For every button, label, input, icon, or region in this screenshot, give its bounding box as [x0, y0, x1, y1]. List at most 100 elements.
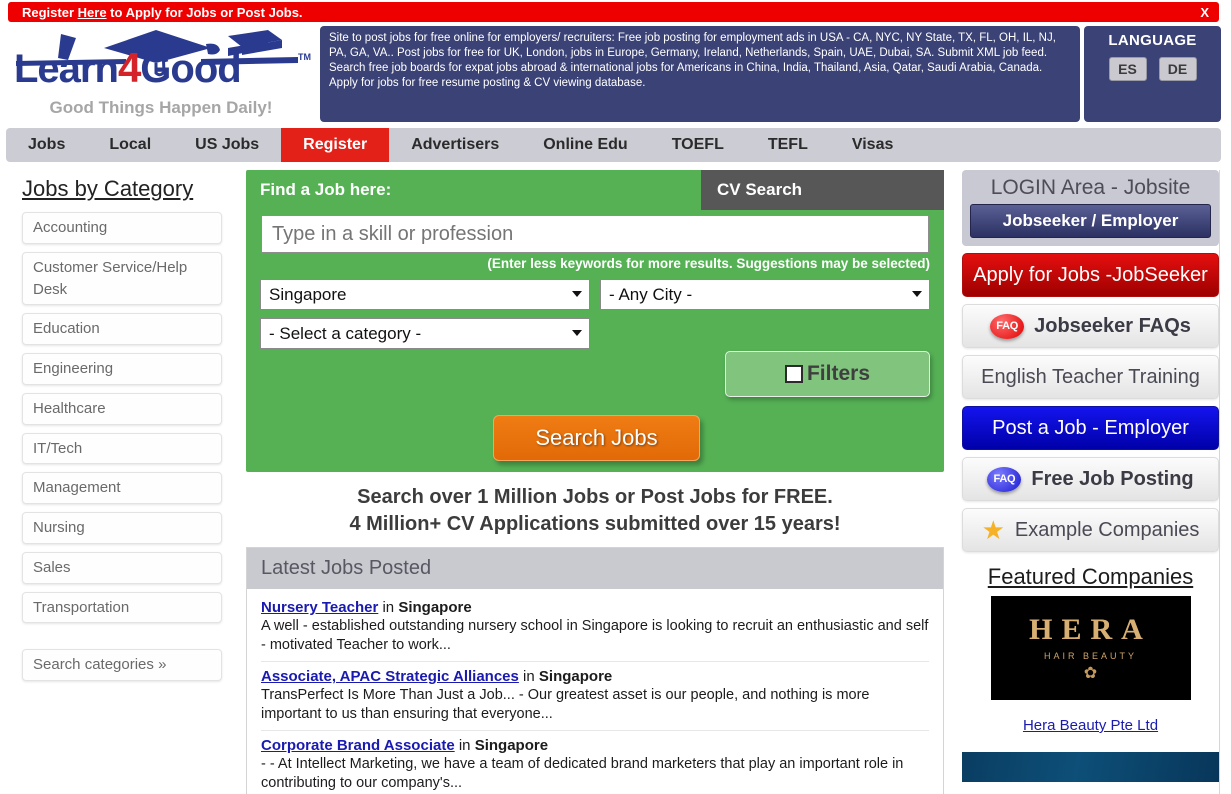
- sidebar-item-accounting[interactable]: Accounting: [22, 212, 222, 244]
- login-area: LOGIN Area - Jobsite Jobseeker / Employe…: [962, 170, 1219, 246]
- right-sidebar: LOGIN Area - Jobsite Jobseeker / Employe…: [950, 170, 1231, 782]
- post-a-job-button[interactable]: Post a Job - Employer: [962, 406, 1219, 450]
- promo-text: Search over 1 Million Jobs or Post Jobs …: [246, 472, 944, 547]
- faq-icon: FAQ: [987, 466, 1022, 492]
- star-icon: ★: [981, 515, 1005, 545]
- notice-here-link[interactable]: Here: [78, 5, 107, 20]
- job-description: TransPerfect Is More Than Just a Job... …: [261, 687, 870, 722]
- nav-item-local[interactable]: Local: [87, 128, 173, 162]
- country-select[interactable]: Singapore: [260, 279, 590, 310]
- faq-icon: FAQ: [990, 313, 1025, 339]
- notice-text-before: Register: [22, 4, 78, 20]
- search-input[interactable]: [261, 215, 929, 253]
- language-selector: LANGUAGE ES DE: [1084, 26, 1221, 122]
- job-location: Singapore: [538, 668, 613, 686]
- featured-companies-title: Featured Companies: [987, 564, 1194, 589]
- nav-item-jobs[interactable]: Jobs: [6, 128, 87, 162]
- main-content: Find a Job here: CV Search (Enter less k…: [246, 170, 944, 794]
- jobseeker-employer-login-button[interactable]: Jobseeker / Employer: [970, 204, 1211, 238]
- company-logo[interactable]: HERA HAIR BEAUTY ✿: [990, 596, 1191, 700]
- sidebar-item-it-tech[interactable]: IT/Tech: [22, 432, 222, 465]
- search-jobs-button[interactable]: Search Jobs: [493, 415, 700, 461]
- category-select[interactable]: - Select a category -: [260, 318, 590, 349]
- logo-trademark: TM: [298, 52, 311, 62]
- language-button-de[interactable]: DE: [1158, 57, 1197, 81]
- example-companies-button[interactable]: ★ Example Companies: [962, 508, 1219, 552]
- page-body: Jobs by Category Accounting Customer Ser…: [0, 170, 1231, 794]
- nav-item-online-edu[interactable]: Online Edu: [521, 128, 649, 162]
- company-link[interactable]: Hera Beauty Pte Ltd: [950, 717, 1231, 734]
- free-job-posting-label: Free Job Posting: [1031, 467, 1194, 490]
- job-title-link[interactable]: Nursery Teacher: [261, 599, 378, 616]
- sidebar-item-education[interactable]: Education: [22, 313, 222, 345]
- filters-label: Filters: [806, 362, 871, 385]
- notice-text-after: to Apply for Jobs or Post Jobs.: [106, 4, 303, 20]
- job-description: A well - established outstanding nursery…: [261, 618, 929, 653]
- sidebar-title: Jobs by Category: [22, 176, 194, 201]
- logo-number-4: 4: [117, 44, 141, 91]
- country-select-wrap: Singapore: [260, 279, 590, 310]
- list-item: Associate, APAC Strategic Alliances in S…: [261, 662, 929, 732]
- job-in-word: in: [458, 737, 471, 755]
- jobseeker-faqs-label: Jobseeker FAQs: [1034, 314, 1191, 337]
- logo-wordmark: Learn4Good: [14, 44, 242, 92]
- logo-word-learn: Learn: [14, 47, 119, 91]
- filters-toggle[interactable]: Filters: [725, 351, 930, 397]
- login-area-title: LOGIN Area - Jobsite: [990, 176, 1191, 199]
- nav-item-register[interactable]: Register: [281, 128, 390, 162]
- nav-item-visas[interactable]: Visas: [830, 128, 916, 162]
- nav-item-toefl[interactable]: TOEFL: [650, 128, 746, 162]
- main-navigation: Jobs Local US Jobs Register Advertisers …: [6, 128, 1221, 162]
- notice-text: Register Here to Apply for Jobs or Post …: [22, 5, 303, 20]
- next-company-banner[interactable]: [962, 752, 1219, 782]
- promo-line-2: 4 Million+ CV Applications submitted ove…: [349, 512, 841, 535]
- free-job-posting-button[interactable]: FAQ Free Job Posting: [962, 457, 1219, 501]
- featured-company-card: HERA HAIR BEAUTY ✿ Hera Beauty Pte Ltd: [950, 596, 1231, 734]
- job-title-line: Nursery Teacher in Singapore: [261, 599, 929, 616]
- sidebar-item-management[interactable]: Management: [22, 472, 222, 504]
- site-description: Site to post jobs for free online for em…: [320, 26, 1080, 122]
- nav-item-advertisers[interactable]: Advertisers: [389, 128, 521, 162]
- language-button-es[interactable]: ES: [1108, 57, 1147, 81]
- job-title-link[interactable]: Associate, APAC Strategic Alliances: [261, 668, 519, 685]
- sidebar-item-customer-service[interactable]: Customer Service/Help Desk: [22, 251, 222, 306]
- top-notice-bar: Register Here to Apply for Jobs or Post …: [8, 2, 1219, 22]
- english-teacher-training-button[interactable]: English Teacher Training: [962, 355, 1219, 399]
- search-hint: (Enter less keywords for more results. S…: [487, 256, 930, 271]
- filters-checkbox[interactable]: [784, 365, 803, 383]
- city-select[interactable]: - Any City -: [600, 279, 930, 310]
- left-sidebar: Jobs by Category Accounting Customer Ser…: [0, 170, 240, 689]
- category-select-wrap: - Select a category -: [260, 318, 590, 349]
- site-header: Learn4Good TM Good Things Happen Daily! …: [0, 24, 1231, 124]
- sidebar-item-healthcare[interactable]: Healthcare: [22, 392, 222, 425]
- apply-for-jobs-button[interactable]: Apply for Jobs -JobSeeker: [962, 253, 1219, 297]
- site-logo[interactable]: Learn4Good TM Good Things Happen Daily!: [6, 26, 316, 122]
- close-icon[interactable]: X: [1200, 5, 1209, 20]
- company-logo-subtitle: HAIR BEAUTY: [1043, 651, 1137, 661]
- page-root: Register Here to Apply for Jobs or Post …: [0, 0, 1231, 794]
- latest-jobs-list: Nursery Teacher in Singapore A well - es…: [247, 589, 943, 794]
- nav-item-us-jobs[interactable]: US Jobs: [173, 128, 281, 162]
- search-panel-title: Find a Job here:: [260, 180, 392, 199]
- job-location: Singapore: [474, 737, 549, 755]
- sidebar-item-transportation[interactable]: Transportation: [22, 591, 222, 624]
- logo-tagline: Good Things Happen Daily!: [49, 98, 273, 117]
- sidebar-search-categories-link[interactable]: Search categories »: [22, 649, 222, 681]
- job-in-word: in: [523, 668, 535, 686]
- sidebar-item-sales[interactable]: Sales: [22, 551, 222, 584]
- job-title-line: Associate, APAC Strategic Alliances in S…: [261, 668, 929, 685]
- city-select-wrap: - Any City -: [600, 279, 930, 310]
- jobseeker-faqs-button[interactable]: FAQ Jobseeker FAQs: [962, 304, 1219, 348]
- promo-line-1: Search over 1 Million Jobs or Post Jobs …: [357, 486, 833, 508]
- company-logo-name: HERA: [1029, 613, 1152, 646]
- latest-jobs-header: Latest Jobs Posted: [247, 548, 943, 590]
- sidebar-item-nursing[interactable]: Nursing: [22, 512, 222, 544]
- list-item: Nursery Teacher in Singapore A well - es…: [261, 593, 929, 663]
- nav-item-tefl[interactable]: TEFL: [746, 128, 830, 162]
- tab-cv-search[interactable]: CV Search: [701, 170, 944, 210]
- job-description: - - At Intellect Marketing, we have a te…: [261, 756, 904, 791]
- sidebar-item-engineering[interactable]: Engineering: [22, 353, 222, 385]
- job-title-link[interactable]: Corporate Brand Associate: [261, 737, 455, 754]
- page-right-divider: [1219, 170, 1220, 794]
- job-title-line: Corporate Brand Associate in Singapore: [261, 737, 929, 754]
